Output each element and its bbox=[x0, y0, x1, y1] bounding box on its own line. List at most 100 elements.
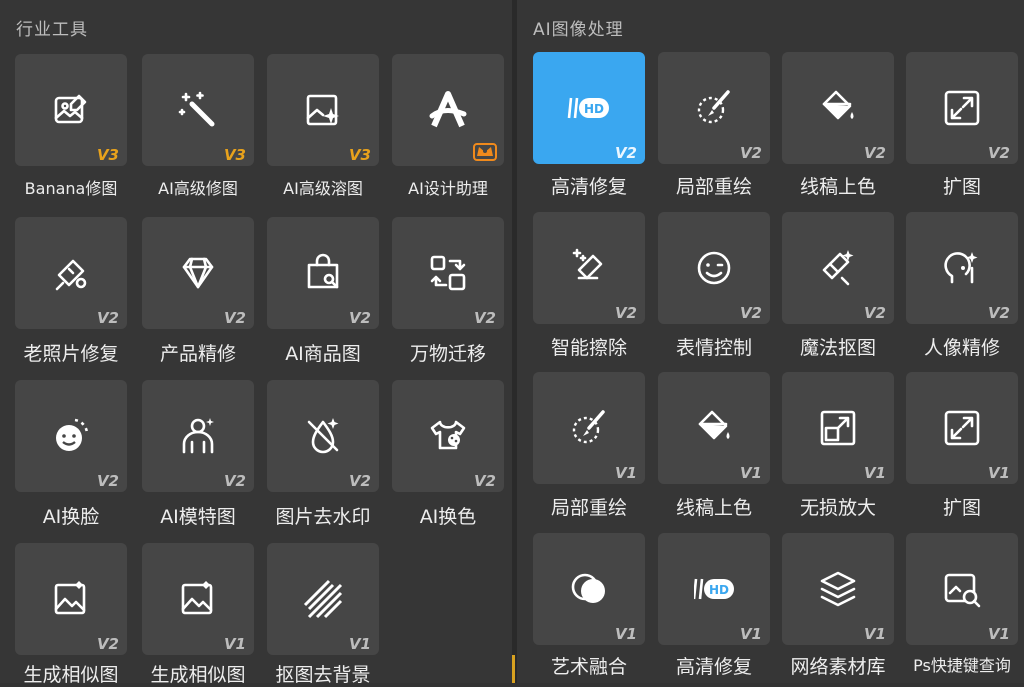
section-title-ai-image: AI图像处理 bbox=[533, 20, 624, 40]
image-edit-icon bbox=[54, 94, 87, 124]
tool-label[interactable]: AI换脸 bbox=[1, 502, 141, 529]
tool-label[interactable]: AI高级修图 bbox=[128, 175, 268, 199]
tool-tile-right-11[interactable]: V1 bbox=[782, 372, 894, 484]
tool-tile-left-6[interactable]: V2 bbox=[142, 217, 254, 329]
eraser-icon bbox=[572, 248, 603, 280]
tool-label[interactable]: 局部重绘 bbox=[519, 493, 659, 520]
version-badge: V2 bbox=[96, 635, 119, 653]
tool-tile-right-9[interactable]: V1 bbox=[533, 372, 645, 484]
version-badge: V3 bbox=[223, 146, 246, 164]
tool-tile-right-13[interactable]: V1 bbox=[533, 533, 645, 645]
tool-tile-left-7[interactable]: V2 bbox=[267, 217, 379, 329]
tool-label[interactable]: Banana修图 bbox=[1, 175, 141, 199]
scroll-indicator[interactable] bbox=[512, 655, 515, 683]
tool-tile-left-10[interactable]: V2 bbox=[142, 380, 254, 492]
version-badge: V1 bbox=[863, 464, 886, 482]
portrait-retouch-icon bbox=[944, 252, 978, 284]
tool-label[interactable]: 高清修复 bbox=[519, 172, 659, 199]
tool-label[interactable]: 网络素材库 bbox=[768, 652, 908, 679]
tool-label[interactable]: 扩图 bbox=[892, 172, 1024, 199]
svg-text:HD: HD bbox=[584, 102, 604, 116]
tool-tile-left-14[interactable]: V1 bbox=[142, 543, 254, 655]
tool-tile-left-9[interactable]: V2 bbox=[15, 380, 127, 492]
tool-label[interactable]: 艺术融合 bbox=[519, 652, 659, 679]
version-badge: V2 bbox=[987, 144, 1010, 162]
tool-tile-left-1[interactable]: V3 bbox=[15, 54, 127, 166]
tool-tile-right-15[interactable]: V1 bbox=[782, 533, 894, 645]
ai-image-processing-panel: AI图像处理 HD V2 高清修复 V2 局部重绘 V2 线稿上色 V2 扩图 V2 智能擦除 V2 表… bbox=[517, 0, 1024, 683]
tool-label[interactable]: 魔法抠图 bbox=[768, 333, 908, 360]
tool-tile-right-14[interactable]: HD V1 bbox=[658, 533, 770, 645]
version-badge: V1 bbox=[614, 464, 637, 482]
tool-tile-left-11[interactable]: V2 bbox=[267, 380, 379, 492]
version-badge: V2 bbox=[614, 304, 637, 322]
tool-label[interactable]: 高清修复 bbox=[644, 652, 784, 679]
tool-tile-left-5[interactable]: V2 bbox=[15, 217, 127, 329]
image-sparkle-icon bbox=[306, 94, 339, 126]
face-swap-icon bbox=[56, 418, 89, 451]
tool-label[interactable]: AI设计助理 bbox=[378, 175, 518, 199]
diamond-icon bbox=[182, 257, 214, 289]
shopping-bag-icon bbox=[307, 253, 339, 289]
recolor-shirt-icon bbox=[430, 420, 466, 450]
tool-label[interactable]: Ps快捷键查询 bbox=[892, 652, 1024, 676]
tool-label[interactable]: 线稿上色 bbox=[768, 172, 908, 199]
tool-label[interactable]: 智能擦除 bbox=[519, 333, 659, 360]
tool-label[interactable]: 局部重绘 bbox=[644, 172, 784, 199]
version-badge: V1 bbox=[987, 464, 1010, 482]
version-badge: V1 bbox=[223, 635, 246, 653]
tool-label[interactable]: 扩图 bbox=[892, 493, 1024, 520]
tool-label[interactable]: 图片去水印 bbox=[253, 502, 393, 529]
transfer-icon bbox=[430, 255, 466, 291]
tool-label[interactable]: AI模特图 bbox=[128, 502, 268, 529]
paint-bucket-icon bbox=[698, 410, 730, 440]
tool-tile-right-16[interactable]: V1 bbox=[906, 533, 1018, 645]
tool-tile-right-2[interactable]: V2 bbox=[658, 52, 770, 164]
tool-tile-right-3[interactable]: V2 bbox=[782, 52, 894, 164]
tool-label[interactable]: 无损放大 bbox=[768, 493, 908, 520]
tool-tile-right-8[interactable]: V2 bbox=[906, 212, 1018, 324]
tool-label[interactable]: 万物迁移 bbox=[378, 339, 518, 366]
version-badge: V2 bbox=[223, 472, 246, 490]
version-badge: V2 bbox=[614, 144, 637, 162]
tool-label[interactable]: AI高级溶图 bbox=[253, 175, 393, 199]
version-badge: V2 bbox=[863, 144, 886, 162]
photo-restore-icon bbox=[55, 259, 87, 291]
tool-label[interactable]: 产品精修 bbox=[128, 339, 268, 366]
tool-tile-right-12[interactable]: V1 bbox=[906, 372, 1018, 484]
similar-image-icon bbox=[54, 581, 86, 615]
tool-label[interactable]: 线稿上色 bbox=[644, 493, 784, 520]
tool-tile-right-10[interactable]: V1 bbox=[658, 372, 770, 484]
paint-bucket-icon bbox=[822, 90, 854, 120]
tool-tile-left-12[interactable]: V2 bbox=[392, 380, 504, 492]
tool-tile-right-5[interactable]: V2 bbox=[533, 212, 645, 324]
tool-tile-right-7[interactable]: V2 bbox=[782, 212, 894, 324]
version-badge: V2 bbox=[739, 144, 762, 162]
tool-tile-right-4[interactable]: V2 bbox=[906, 52, 1018, 164]
blend-circles-icon bbox=[571, 573, 605, 603]
version-badge: V1 bbox=[739, 464, 762, 482]
tool-label[interactable]: AI商品图 bbox=[253, 339, 393, 366]
version-badge: V2 bbox=[473, 309, 496, 327]
version-badge: V2 bbox=[348, 472, 371, 490]
tool-label[interactable]: AI换色 bbox=[378, 502, 518, 529]
remove-watermark-icon bbox=[307, 418, 339, 454]
similar-image-icon bbox=[181, 581, 213, 615]
tool-label[interactable]: 人像精修 bbox=[892, 333, 1024, 360]
tool-tile-left-2[interactable]: V3 bbox=[142, 54, 254, 166]
upscale-icon bbox=[820, 410, 856, 446]
version-badge: V2 bbox=[96, 309, 119, 327]
tool-tile-left-4[interactable] bbox=[392, 54, 504, 166]
tool-label[interactable]: 表情控制 bbox=[644, 333, 784, 360]
hd-icon: HD bbox=[694, 578, 734, 600]
industry-tools-panel: 行业工具 V3 Banana修图 V3 AI高级修图 V3 AI高级溶图 AI设计助理 V2 老… bbox=[0, 0, 512, 686]
tool-tile-right-6[interactable]: V2 bbox=[658, 212, 770, 324]
version-badge: V1 bbox=[614, 625, 637, 643]
tool-tile-left-3[interactable]: V3 bbox=[267, 54, 379, 166]
tool-label[interactable]: 老照片修复 bbox=[1, 339, 141, 366]
tool-tile-left-8[interactable]: V2 bbox=[392, 217, 504, 329]
tool-tile-left-13[interactable]: V2 bbox=[15, 543, 127, 655]
crown-icon bbox=[473, 143, 497, 161]
tool-tile-right-1[interactable]: HD V2 bbox=[533, 52, 645, 164]
tool-tile-left-15[interactable]: V1 bbox=[267, 543, 379, 655]
